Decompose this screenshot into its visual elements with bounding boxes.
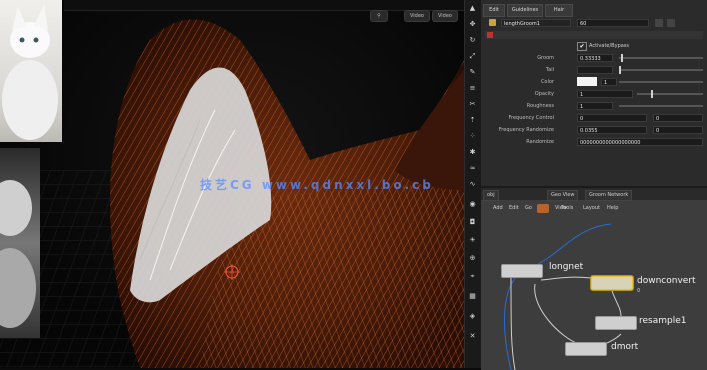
node-resample1[interactable]	[595, 316, 637, 330]
param-row-tail: Tail	[481, 65, 707, 75]
param-row-frequency-control: Frequency Control 0 0	[481, 113, 707, 123]
node-label-downconvert: downconvert	[637, 276, 696, 286]
viewport-header	[64, 0, 464, 11]
param-label: Roughness	[526, 103, 554, 109]
node-label-dmort: dmort	[611, 342, 639, 352]
param-slider[interactable]	[619, 81, 703, 83]
comb-icon[interactable]: ≡	[468, 84, 477, 93]
scale-icon[interactable]: ⤢	[468, 52, 477, 61]
help-icon[interactable]	[667, 19, 675, 27]
frizz-icon[interactable]: ≈	[468, 164, 477, 173]
param-value-field[interactable]	[577, 66, 613, 74]
view-icon[interactable]: ◉	[468, 200, 477, 209]
grid-icon[interactable]: ▦	[468, 292, 477, 301]
slider-knob[interactable]	[651, 90, 653, 98]
param-label: Groom	[537, 55, 554, 61]
lift-icon[interactable]: ⇡	[468, 116, 477, 125]
param-label: Frequency Randomize	[498, 127, 554, 133]
slider-knob[interactable]	[619, 66, 621, 74]
param-row-randomize: Randomize 0000000000000000000	[481, 137, 707, 147]
node-longnet[interactable]	[501, 264, 543, 278]
param-value-field[interactable]: 1	[601, 78, 617, 86]
param-slider[interactable]	[637, 90, 703, 98]
activate-label: Activate/Bypass	[589, 43, 630, 49]
param-value-field[interactable]: 1	[577, 102, 613, 110]
render-icon[interactable]: ◈	[468, 312, 477, 321]
param-tabs: Edit Guidelines Hair	[481, 4, 707, 17]
param-label: Randomize	[526, 139, 554, 145]
node-dmort[interactable]	[565, 342, 607, 356]
tab-hair[interactable]: Hair	[545, 4, 573, 17]
twist-icon[interactable]: ∿	[468, 180, 477, 189]
param-row-frequency-randomize: Frequency Randomize 0.0355 0	[481, 125, 707, 135]
param-value-field-2[interactable]: 0	[653, 126, 703, 134]
param-slider[interactable]	[619, 105, 703, 107]
reference-image-white-cat	[0, 0, 62, 142]
vertical-toolbar: ▲ ✥ ↻ ⤢ ✎ ≡ ✂ ⇡ ⁘ ✱ ≈ ∿ ◉ ◘ ☀ ⊕ ⌖ ▦ ◈ ✕	[464, 0, 482, 368]
select-icon[interactable]: ▲	[468, 4, 477, 13]
3d-viewport[interactable]: ⚲ Video Video 技艺CG www.qdnxxl.bo.cb	[0, 0, 464, 368]
transform-icon[interactable]: ✥	[468, 20, 477, 29]
param-row-groom: Groom 0.33333	[481, 53, 707, 63]
node-downconvert[interactable]	[591, 276, 633, 290]
slider-knob[interactable]	[621, 54, 623, 62]
param-label: Frequency Control	[508, 115, 555, 121]
video-button-2[interactable]: Video	[432, 10, 458, 22]
tab-guidelines[interactable]: Guidelines	[507, 4, 543, 17]
camera-icon[interactable]: ◘	[468, 218, 477, 227]
node-network-pane[interactable]: obj Geo View Groom Network Add Edit Go V…	[481, 186, 707, 370]
param-label: Color	[540, 79, 554, 85]
param-value-field[interactable]: 1	[577, 90, 633, 98]
light-icon[interactable]: ☀	[468, 236, 477, 245]
pin-icon[interactable]: ⌖	[468, 272, 477, 281]
node-value-field[interactable]: 60	[577, 19, 649, 27]
color-swatch[interactable]	[577, 77, 597, 86]
param-value-field-2[interactable]: 0	[653, 114, 703, 122]
brush-icon[interactable]: ✎	[468, 68, 477, 77]
clump-icon[interactable]: ✱	[468, 148, 477, 157]
reference-image-gray-cat	[0, 148, 40, 338]
node-sublabel-downconvert: 0	[637, 288, 641, 294]
record-icon[interactable]	[487, 32, 493, 38]
density-icon[interactable]: ⁘	[468, 132, 477, 141]
activate-checkbox[interactable]: ✔	[577, 42, 587, 51]
param-value-field[interactable]: 0000000000000000000	[577, 138, 703, 146]
search-icon[interactable]: ⚲	[370, 10, 388, 22]
header-row: lengthGroom1 60	[481, 18, 707, 28]
param-value-field[interactable]: 0	[577, 114, 647, 122]
node-label-longnet: longnet	[549, 262, 584, 272]
param-slider[interactable]	[619, 54, 703, 62]
gear-icon[interactable]	[655, 19, 663, 27]
video-button-1[interactable]: Video	[404, 10, 430, 22]
node-label-resample1: resample1	[639, 316, 687, 326]
close-icon[interactable]: ✕	[468, 332, 477, 341]
param-label: Opacity	[534, 91, 554, 97]
parameter-panel: Edit Guidelines Hair lengthGroom1 60 ✔ A…	[481, 0, 707, 186]
param-row-color: Color 1	[481, 77, 707, 87]
node-type-icon	[489, 19, 496, 26]
param-value-field[interactable]: 0.0355	[577, 126, 647, 134]
param-label: Tail	[545, 67, 554, 73]
cut-icon[interactable]: ✂	[468, 100, 477, 109]
param-row-roughness: Roughness 1	[481, 101, 707, 111]
node-name-field[interactable]: lengthGroom1	[501, 19, 571, 27]
watermark-text: 技艺CG www.qdnxxl.bo.cb	[200, 178, 434, 192]
param-value-field[interactable]: 0.33333	[577, 54, 613, 62]
snap-icon[interactable]: ⊕	[468, 254, 477, 263]
param-row-opacity: Opacity 1	[481, 89, 707, 99]
rotate-icon[interactable]: ↻	[468, 36, 477, 45]
tab-edit[interactable]: Edit	[483, 4, 505, 17]
icon-strip	[485, 31, 703, 39]
param-slider[interactable]	[619, 66, 703, 74]
